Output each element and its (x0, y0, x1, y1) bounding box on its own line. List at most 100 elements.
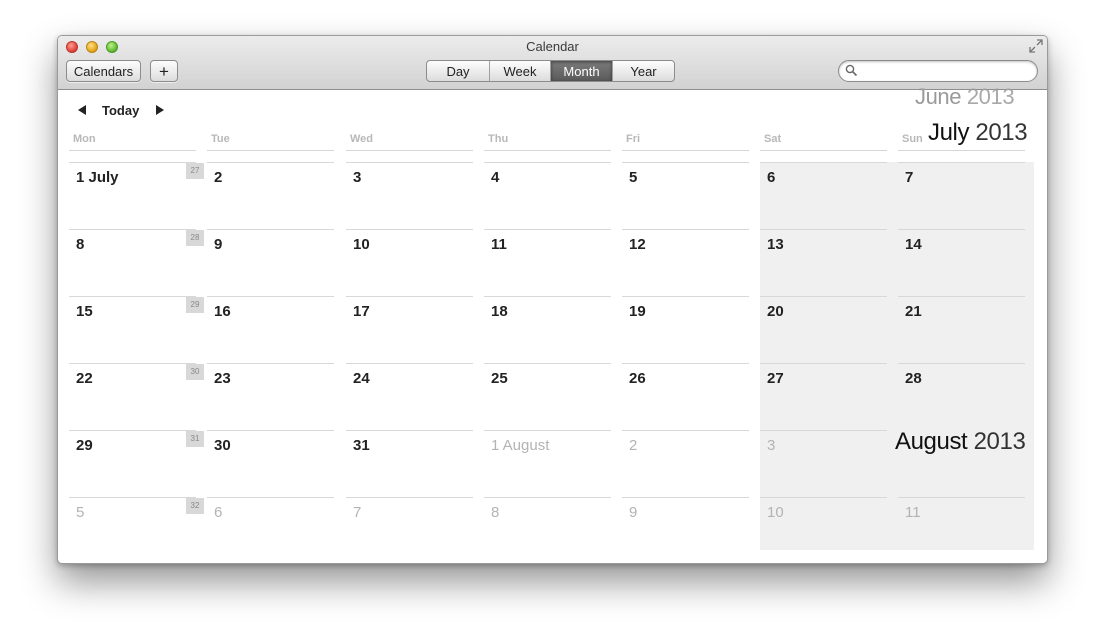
calendar-window: Calendar Calendars + Day Week Month Year… (57, 35, 1048, 564)
weekday-divider (622, 150, 749, 151)
day-number: 21 (905, 303, 922, 320)
day-cell[interactable]: 30 (207, 430, 334, 497)
weekday-label: Wed (350, 133, 374, 145)
today-button[interactable]: Today (102, 103, 139, 118)
weekday-divider (207, 150, 334, 151)
day-cell[interactable]: 1 July 27 (69, 162, 204, 229)
day-cell[interactable]: 31 (346, 430, 473, 497)
day-number: 2 (214, 169, 223, 186)
next-month-label: August 2013 (891, 426, 1030, 458)
day-number: 15 (76, 303, 93, 320)
day-cell[interactable]: 9 (622, 497, 749, 563)
weekday-divider (346, 150, 473, 151)
day-cell[interactable]: 4 (484, 162, 611, 229)
day-cell[interactable]: 12 (622, 229, 749, 296)
previous-month-name: June (915, 84, 962, 109)
tab-day[interactable]: Day (427, 61, 490, 81)
day-number: 12 (629, 236, 646, 253)
day-cell[interactable]: 5 32 (69, 497, 204, 563)
day-cell[interactable]: 16 (207, 296, 334, 363)
day-cell[interactable]: 8 28 (69, 229, 204, 296)
day-number: 27 (767, 370, 784, 387)
day-number: 17 (353, 303, 370, 320)
day-cell[interactable]: 6 (760, 162, 887, 229)
day-number: 1 August (491, 437, 550, 454)
day-number: 6 (767, 169, 776, 186)
day-cell[interactable]: 24 (346, 363, 473, 430)
day-cell[interactable]: 6 (207, 497, 334, 563)
titlebar: Calendar Calendars + Day Week Month Year (58, 36, 1047, 90)
weekday-label: Thu (488, 133, 509, 145)
day-cell[interactable]: 3 (346, 162, 473, 229)
window-title: Calendar (526, 39, 579, 54)
day-number: 14 (905, 236, 922, 253)
previous-month-icon[interactable] (76, 104, 88, 116)
day-number: 28 (905, 370, 922, 387)
day-cell[interactable]: 28 (898, 363, 1025, 430)
week-number-badge: 32 (186, 498, 204, 514)
tab-month[interactable]: Month (551, 61, 613, 81)
day-cell[interactable]: 10 (760, 497, 887, 563)
day-number: 19 (629, 303, 646, 320)
day-number: 8 (491, 504, 500, 521)
day-cell[interactable]: 18 (484, 296, 611, 363)
next-month-icon[interactable] (154, 104, 166, 116)
day-cell[interactable]: 9 (207, 229, 334, 296)
weekday-divider (484, 150, 611, 151)
day-cell[interactable]: 20 (760, 296, 887, 363)
add-event-button[interactable]: + (150, 60, 178, 82)
weekday-label: Sat (764, 133, 782, 145)
search-input[interactable] (861, 63, 1031, 79)
day-cell[interactable]: 19 (622, 296, 749, 363)
day-cell[interactable]: 13 (760, 229, 887, 296)
day-cell[interactable]: 26 (622, 363, 749, 430)
day-cell[interactable]: 11 (484, 229, 611, 296)
search-field[interactable] (838, 60, 1038, 82)
day-cell[interactable]: 3 (760, 430, 887, 497)
month-view: Today Mon Tue Wed Thu Fri Sat Sun 1 July 27 2 3 4 5… (58, 84, 1047, 563)
day-cell[interactable]: 7 (898, 162, 1025, 229)
day-cell[interactable]: 11 (898, 497, 1025, 563)
weekday-label: Tue (211, 133, 230, 145)
day-number: 18 (491, 303, 508, 320)
day-number: 24 (353, 370, 370, 387)
day-cell[interactable]: 2 (207, 162, 334, 229)
weekday-label: Mon (73, 133, 96, 145)
week-number-badge: 28 (186, 230, 204, 246)
day-number: 25 (491, 370, 508, 387)
tab-year[interactable]: Year (613, 61, 674, 81)
day-cell[interactable]: 27 (760, 363, 887, 430)
weekday-label: Sun (902, 133, 923, 145)
day-cell[interactable]: 5 (622, 162, 749, 229)
day-number: 11 (905, 504, 921, 521)
day-number: 13 (767, 236, 784, 253)
week-number-badge: 31 (186, 431, 204, 447)
day-cell[interactable]: 10 (346, 229, 473, 296)
view-switcher: Day Week Month Year (426, 60, 675, 82)
calendars-button[interactable]: Calendars (66, 60, 141, 82)
day-cell[interactable]: 23 (207, 363, 334, 430)
day-cell[interactable]: 21 (898, 296, 1025, 363)
day-cell[interactable]: 29 31 (69, 430, 204, 497)
week-number-badge: 29 (186, 297, 204, 313)
previous-month-label: June 2013 (915, 84, 1015, 110)
day-cell[interactable]: 1 August (484, 430, 611, 497)
tab-week[interactable]: Week (490, 61, 551, 81)
day-cell[interactable]: 2 (622, 430, 749, 497)
day-number: 4 (491, 169, 500, 186)
weekday-divider (760, 150, 887, 151)
day-number: 29 (76, 437, 93, 454)
day-cell[interactable]: 17 (346, 296, 473, 363)
day-number: 30 (214, 437, 231, 454)
search-icon (845, 64, 858, 77)
day-cell[interactable]: 7 (346, 497, 473, 563)
day-cell[interactable]: 8 (484, 497, 611, 563)
day-cell[interactable]: 15 29 (69, 296, 204, 363)
fullscreen-icon[interactable] (1029, 39, 1043, 53)
next-month-year: 2013 (973, 428, 1026, 455)
day-cell[interactable]: 14 (898, 229, 1025, 296)
day-cell[interactable]: 22 30 (69, 363, 204, 430)
day-number: 22 (76, 370, 93, 387)
day-cell[interactable]: 25 (484, 363, 611, 430)
day-number: 6 (214, 504, 223, 521)
